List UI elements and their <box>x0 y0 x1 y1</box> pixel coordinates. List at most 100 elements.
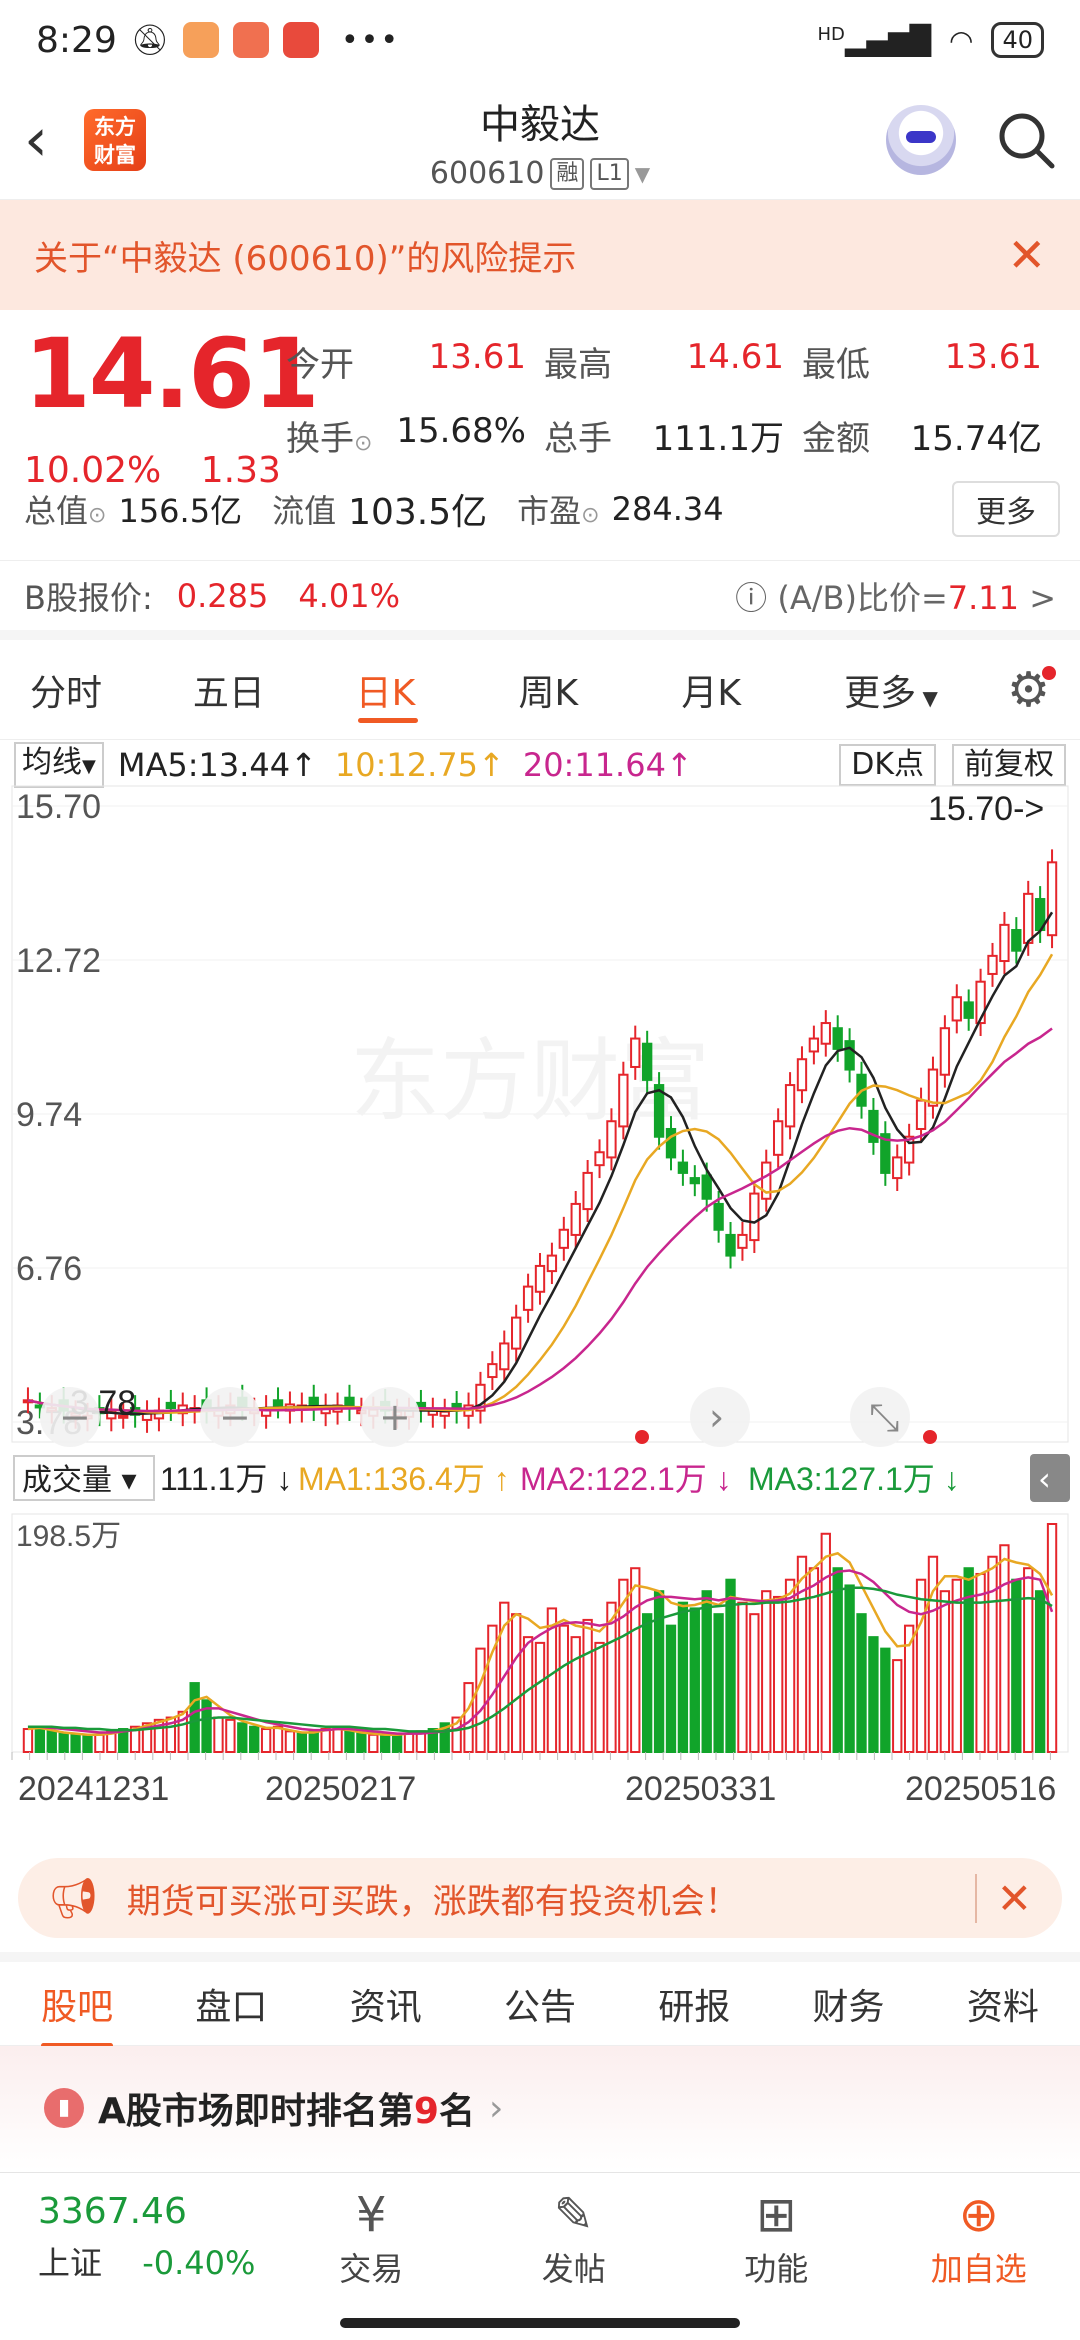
risk-warning-banner[interactable]: 关于“中毅达 (600610)”的风险提示 ✕ <box>0 200 1080 310</box>
functions-button[interactable]: ⊞ 功能 <box>675 2186 878 2290</box>
vol-ma3-value: MA3:127.1万 ↓ <box>748 1461 960 1497</box>
mktcap-label: 总值⊙ <box>24 492 107 530</box>
tab-announcement[interactable]: 公告 <box>504 1978 576 2030</box>
market-rank-card[interactable]: ▮ A股市场即时排名第9名 › <box>0 2046 1080 2170</box>
volume-bar <box>391 1733 403 1753</box>
price-adjust-button[interactable]: 前复权 <box>952 744 1066 786</box>
volume-bar <box>772 1595 784 1753</box>
volume-bar <box>284 1730 296 1754</box>
volume-bar <box>34 1725 46 1753</box>
add-watchlist-button[interactable]: ⊕ 加自选 <box>878 2186 1080 2290</box>
settings-gear-icon[interactable]: ⚙ <box>1007 662 1057 718</box>
volume-bar <box>820 1532 831 1754</box>
assistant-robot-icon[interactable] <box>886 104 956 175</box>
risk-warning-text: 关于“中毅达 (600610)”的风险提示 <box>34 238 577 279</box>
tab-news[interactable]: 资讯 <box>350 1978 422 2030</box>
low-label: 最低 <box>802 344 870 385</box>
candle <box>534 1264 546 1293</box>
volume-bar <box>749 1613 760 1754</box>
tab-daily-k[interactable]: 日K <box>356 664 519 723</box>
wifi-icon: ◠ <box>949 23 974 57</box>
volume-bar <box>975 1572 986 1753</box>
signal-icon: HD▂▄▆█ <box>817 23 932 57</box>
volume-bar <box>784 1578 796 1754</box>
next-icon: › <box>709 1395 724 1439</box>
tab-profile[interactable]: 资料 <box>967 1978 1039 2030</box>
index-ticker[interactable]: 3367.46 上证 -0.40% <box>0 2191 270 2284</box>
volume-bar <box>856 1613 867 1754</box>
kline-chart-area[interactable]: 15.7012.729.746.763.78东方财富15.70->3.78−−+… <box>0 782 1080 1832</box>
more-notifications-icon: ••• <box>340 22 401 58</box>
volume-bar <box>796 1555 808 1754</box>
post-button[interactable]: ✎ 发帖 <box>473 2186 676 2290</box>
candle <box>999 923 1010 963</box>
volume-label: 总手 <box>544 418 612 459</box>
ma10-value: 10:12.75↑ <box>334 746 505 784</box>
open-value: 13.61 <box>428 336 526 377</box>
volume-bar <box>892 1659 903 1754</box>
close-icon[interactable]: ✕ <box>974 1873 1032 1923</box>
candle <box>511 1316 522 1350</box>
futures-promo-banner[interactable]: 📢︎ 期货可买涨可买跌，涨跌都有投资机会！ ✕ <box>18 1858 1062 1938</box>
tab-research[interactable]: 研报 <box>658 1978 730 2030</box>
candle <box>832 1027 843 1050</box>
volume-selector-label: 成交量 ▾ <box>22 1463 137 1498</box>
volume-bar <box>987 1555 998 1754</box>
y-tick-label: 6.76 <box>16 1250 82 1288</box>
more-quote-button[interactable]: 更多 <box>952 481 1060 537</box>
chevron-left-icon: ‹ <box>1038 1460 1051 1498</box>
mktcap-value: 156.5亿 <box>118 492 243 530</box>
pe-value: 284.34 <box>611 490 724 528</box>
candle <box>606 1120 617 1159</box>
tab-more[interactable]: 更多 ▼ <box>844 664 1007 716</box>
candle <box>796 1058 808 1092</box>
tab-pankou[interactable]: 盘口 <box>195 1978 267 2030</box>
vol-ma2-value: MA2:122.1万 ↓ <box>520 1461 732 1497</box>
zoom-out-icon: − <box>219 1395 251 1439</box>
candle <box>630 1037 641 1068</box>
volume-bar <box>689 1607 700 1753</box>
zoom-in-icon: + <box>379 1395 411 1439</box>
tab-monthly-k[interactable]: 月K <box>681 664 844 716</box>
candle <box>546 1254 558 1273</box>
b-share-pct: 4.01% <box>298 576 401 615</box>
dk-point-button[interactable]: DK点 <box>839 744 936 786</box>
kline-chart[interactable]: 15.7012.729.746.763.78东方财富15.70->3.78−−+… <box>0 782 1080 1832</box>
b-share-label: B股报价: <box>24 578 153 617</box>
status-time: 8:29 <box>36 19 117 61</box>
open-label: 今开 <box>286 344 354 385</box>
volume-bar <box>475 1647 486 1754</box>
volume-bar <box>939 1590 951 1754</box>
candle <box>915 1099 927 1130</box>
close-icon[interactable]: ✕ <box>1007 228 1046 282</box>
app-notification-icon <box>282 22 319 58</box>
volume-bar <box>534 1641 546 1753</box>
ma20-value: 20:11.64↑ <box>522 746 693 784</box>
candle <box>713 1202 724 1231</box>
volume-bar <box>296 1732 308 1754</box>
tab-intraday[interactable]: 分时 <box>30 664 193 716</box>
tab-five-day[interactable]: 五日 <box>193 664 356 716</box>
b-share-row[interactable]: B股报价: 0.285 4.01% ⓘ (A/B)比价=7.11 > <box>0 560 1080 640</box>
amount-value: 15.74亿 <box>910 418 1042 459</box>
amount-label: 金额 <box>802 418 870 459</box>
volume-bar <box>356 1732 367 1754</box>
plus-circle-icon: ⊕ <box>958 2186 999 2243</box>
tab-finance[interactable]: 财务 <box>813 1978 885 2030</box>
volume-bar <box>94 1733 105 1753</box>
trade-button[interactable]: ¥ 交易 <box>270 2186 473 2290</box>
volume-bar <box>368 1733 379 1753</box>
volume-bar <box>653 1590 665 1754</box>
dropdown-icon[interactable]: ▼ <box>635 162 650 186</box>
edit-icon: ✎ <box>553 2186 594 2243</box>
candle <box>642 1042 653 1081</box>
tab-guba[interactable]: 股吧 <box>41 1978 114 2048</box>
quote-panel: 14.61 10.02% 1.33 今开 13.61 最高 14.61 最低 13.6… <box>0 310 1080 560</box>
tab-weekly-k[interactable]: 周K <box>518 664 681 716</box>
volume-bar <box>1011 1578 1022 1754</box>
candle <box>784 1084 796 1128</box>
help-icon[interactable]: ⓘ <box>735 579 777 617</box>
volume-bar <box>915 1578 927 1754</box>
volume-bar <box>701 1590 712 1754</box>
volume-bar <box>70 1733 81 1753</box>
